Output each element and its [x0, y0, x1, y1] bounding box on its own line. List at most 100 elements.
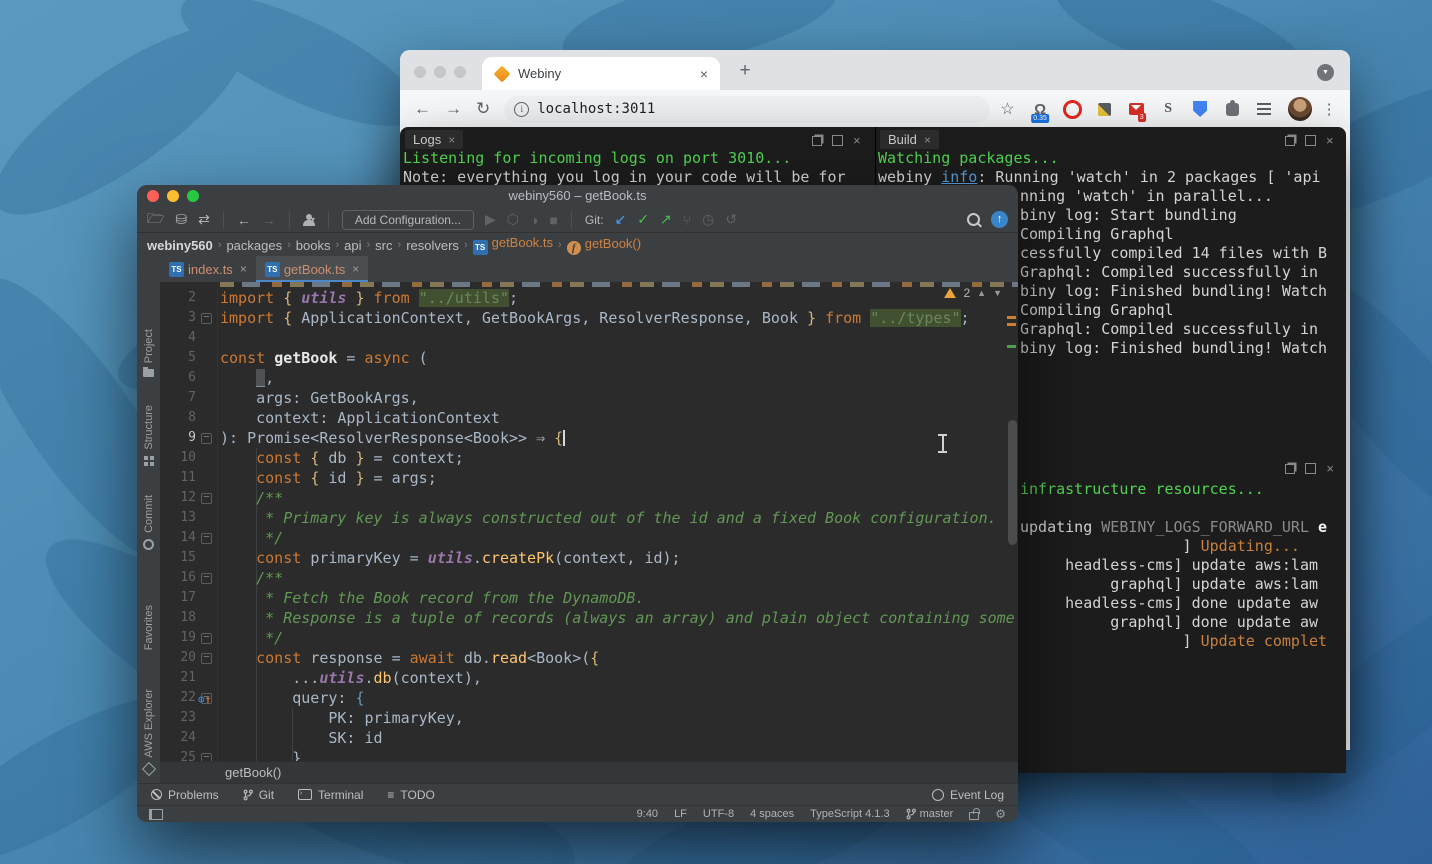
- restore-icon[interactable]: [812, 136, 822, 146]
- code-line[interactable]: 25– }: [160, 748, 1018, 761]
- sidebar-item-aws-explorer[interactable]: AWS Explorer: [137, 689, 160, 774]
- prev-error-icon[interactable]: ▲: [977, 288, 986, 298]
- code-line[interactable]: 18 * Response is a tuple of records (alw…: [160, 608, 1018, 628]
- maximize-icon[interactable]: [832, 135, 843, 146]
- window-zoom-button[interactable]: [454, 66, 466, 78]
- bottom-breadcrumb[interactable]: getBook(): [160, 761, 1018, 783]
- code-line[interactable]: 21 ...utils.db(context),: [160, 668, 1018, 688]
- warning-mark[interactable]: [1007, 316, 1016, 319]
- reload-icon[interactable]: ↻: [476, 99, 490, 119]
- window-minimize-button[interactable]: [434, 66, 446, 78]
- change-mark[interactable]: [1007, 345, 1016, 348]
- navigate-forward-icon[interactable]: →: [262, 212, 276, 228]
- maximize-icon[interactable]: [1305, 463, 1316, 474]
- breadcrumb-item[interactable]: src: [375, 238, 392, 253]
- window-close-button[interactable]: [147, 190, 159, 202]
- site-info-icon[interactable]: i: [514, 102, 529, 117]
- file-encoding[interactable]: UTF-8: [703, 808, 734, 820]
- red-ring-extension-icon[interactable]: [1063, 100, 1082, 119]
- breadcrumb-item[interactable]: fgetBook(): [567, 236, 641, 255]
- git-commit-icon[interactable]: ✓: [637, 211, 649, 228]
- breadcrumb-item[interactable]: api: [344, 238, 361, 253]
- tab-close-icon[interactable]: ×: [240, 262, 247, 276]
- git-branch-widget[interactable]: master: [906, 808, 954, 820]
- debug-icon[interactable]: ⬡: [507, 211, 519, 228]
- fold-marker-icon[interactable]: –: [201, 573, 212, 584]
- restore-icon[interactable]: [1285, 464, 1295, 474]
- fold-marker-icon[interactable]: –: [201, 313, 212, 324]
- sidebar-item-favorites[interactable]: Favorites: [137, 605, 160, 656]
- code-line[interactable]: 22–⊙↑ query: {: [160, 688, 1018, 708]
- fold-marker-icon[interactable]: –: [201, 633, 212, 644]
- ide-update-icon[interactable]: ↑: [991, 211, 1008, 228]
- tab-search-button[interactable]: ▼: [1317, 64, 1334, 81]
- url-text[interactable]: localhost:3011: [537, 101, 655, 117]
- code-line[interactable]: 9–): Promise<ResolverResponse<Book>> ⇒ {: [160, 428, 1018, 448]
- profile-avatar[interactable]: [1288, 97, 1312, 121]
- color-picker-extension-icon[interactable]: [1095, 100, 1114, 119]
- code-line[interactable]: 7 args: GetBookArgs,: [160, 388, 1018, 408]
- breadcrumb-item[interactable]: books: [296, 238, 331, 253]
- breadcrumb-item[interactable]: TSgetBook.ts: [473, 235, 553, 255]
- add-configuration-button[interactable]: Add Configuration...: [342, 210, 474, 230]
- window-close-button[interactable]: [414, 66, 426, 78]
- navigate-back-icon[interactable]: ←: [237, 212, 251, 228]
- new-tab-button[interactable]: +: [734, 60, 756, 82]
- code-line[interactable]: 15 const primaryKey = utils.createPk(con…: [160, 548, 1018, 568]
- code-line[interactable]: 6 _,: [160, 368, 1018, 388]
- queue-extension-icon[interactable]: [1255, 100, 1274, 119]
- code-line[interactable]: 24 SK: id: [160, 728, 1018, 748]
- sync-icon[interactable]: ⇄: [198, 211, 210, 228]
- code-line[interactable]: 11 const { id } = args;: [160, 468, 1018, 488]
- close-icon[interactable]: ×: [1326, 464, 1334, 473]
- save-icon[interactable]: ⛁: [175, 211, 187, 228]
- back-icon[interactable]: ←: [414, 99, 431, 119]
- tab-close-icon[interactable]: ×: [448, 133, 455, 147]
- open-icon[interactable]: 🗁: [147, 208, 164, 232]
- toolwindow-git[interactable]: Git: [243, 788, 274, 802]
- code-line[interactable]: 8 context: ApplicationContext: [160, 408, 1018, 428]
- code-line[interactable]: 2import { utils } from "../utils";: [160, 288, 1018, 308]
- code-line[interactable]: 17 * Fetch the Book record from the Dyna…: [160, 588, 1018, 608]
- language-version[interactable]: TypeScript 4.1.3: [810, 808, 890, 820]
- code-line[interactable]: 12– /**: [160, 488, 1018, 508]
- lock-icon[interactable]: [969, 812, 979, 820]
- history-icon[interactable]: ◷: [702, 211, 714, 228]
- git-update-icon[interactable]: ↙: [615, 211, 627, 228]
- puzzle-extension-icon[interactable]: [1223, 100, 1242, 119]
- toolwindow-terminal[interactable]: ›Terminal: [298, 788, 363, 802]
- next-error-icon[interactable]: ▼: [993, 288, 1002, 298]
- tab-close-icon[interactable]: ×: [924, 133, 931, 147]
- code-line[interactable]: 10 const { db } = context;: [160, 448, 1018, 468]
- git-push-icon[interactable]: ↗: [660, 211, 672, 228]
- fold-marker-icon[interactable]: –: [201, 653, 212, 664]
- mail-extension-icon[interactable]: 3: [1127, 100, 1146, 119]
- sidebar-item-commit[interactable]: Commit: [137, 495, 160, 550]
- code-line[interactable]: 3–import { ApplicationContext, GetBookAr…: [160, 308, 1018, 328]
- window-zoom-button[interactable]: [187, 190, 199, 202]
- breadcrumb-item[interactable]: packages: [226, 238, 282, 253]
- forward-icon[interactable]: →: [445, 99, 462, 119]
- restore-icon[interactable]: [1285, 136, 1295, 146]
- fold-marker-icon[interactable]: –: [201, 493, 212, 504]
- run-icon[interactable]: ▶: [485, 211, 496, 228]
- inspection-widget[interactable]: 2 ▲ ▼: [944, 286, 1002, 300]
- editor-tab-getBook-ts[interactable]: TSgetBook.ts×: [256, 256, 368, 282]
- toolwindow-todo[interactable]: ≡TODO: [387, 788, 434, 802]
- event-log-button[interactable]: Event Log: [932, 788, 1004, 802]
- fold-marker-icon[interactable]: –: [201, 433, 212, 444]
- code-line[interactable]: 20– const response = await db.read<Book>…: [160, 648, 1018, 668]
- bookmark-star-icon[interactable]: ☆: [1000, 99, 1014, 119]
- terminal-tab-logs[interactable]: Logs×: [405, 130, 463, 149]
- search-everywhere-icon[interactable]: [967, 213, 980, 226]
- shield-extension-icon[interactable]: [1191, 100, 1210, 119]
- terminal-tab-build[interactable]: Build×: [880, 130, 939, 149]
- code-line[interactable]: 4: [160, 328, 1018, 348]
- breadcrumb-item[interactable]: resolvers: [406, 238, 459, 253]
- meta-inspector-extension-icon[interactable]: Ω0.35: [1031, 100, 1050, 119]
- caret-position[interactable]: 9:40: [637, 808, 658, 820]
- code-line[interactable]: 16– /**: [160, 568, 1018, 588]
- maximize-icon[interactable]: [1305, 135, 1316, 146]
- git-branch-icon[interactable]: ⑂: [683, 212, 691, 228]
- ide-titlebar[interactable]: webiny560 – getBook.ts: [137, 185, 1018, 207]
